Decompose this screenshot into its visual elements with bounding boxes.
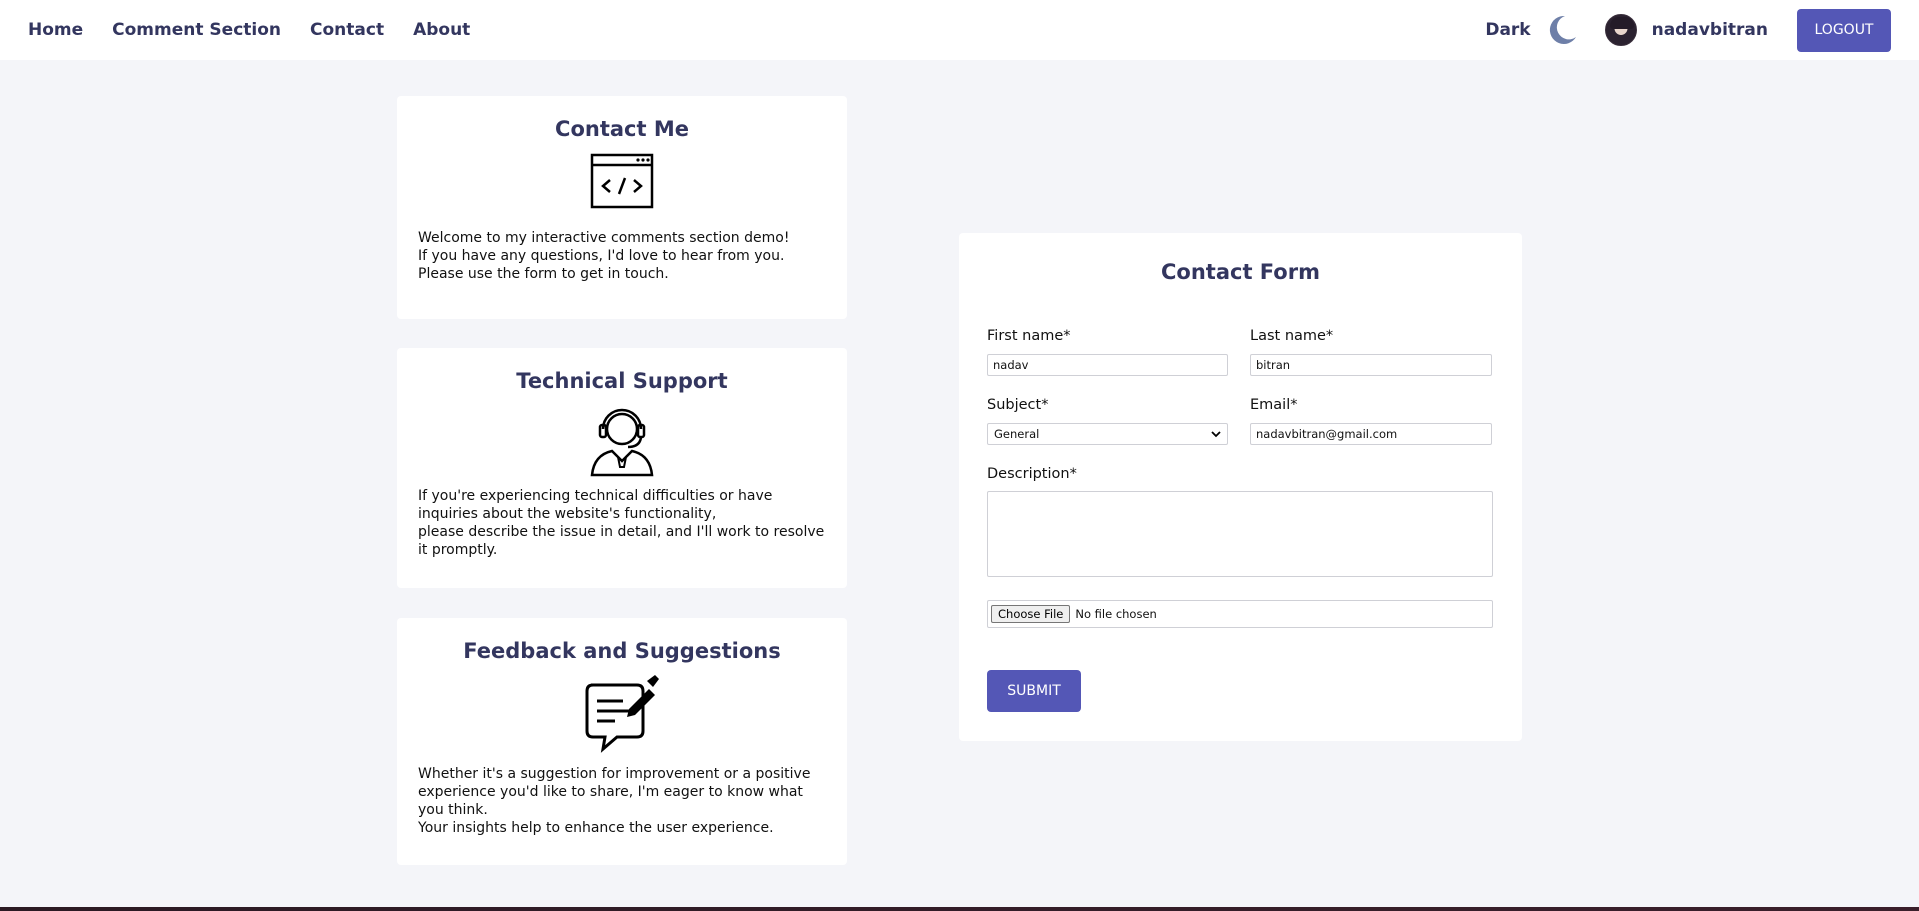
description-textarea[interactable] <box>987 491 1493 577</box>
headset-support-icon <box>590 408 654 477</box>
card-text: If you're experiencing technical difficu… <box>418 487 826 559</box>
last-name-label: Last name* <box>1250 328 1334 344</box>
contact-me-card: Contact Me Welcome to my interactive com… <box>397 96 847 319</box>
card-title: Technical Support <box>516 369 728 393</box>
top-navbar: Home Comment Section Contact About Dark … <box>0 0 1919 60</box>
nav-link-home[interactable]: Home <box>28 20 83 40</box>
email-input[interactable] <box>1250 423 1492 445</box>
first-name-input[interactable] <box>987 354 1228 376</box>
submit-button[interactable]: SUBMIT <box>987 670 1081 712</box>
subject-select[interactable]: General <box>987 423 1228 445</box>
card-text: Welcome to my interactive comments secti… <box>418 229 826 283</box>
nav-user-area: Dark nadavbitran LOGOUT <box>1485 8 1891 52</box>
card-title: Contact Me <box>555 117 689 141</box>
code-window-icon <box>590 153 654 209</box>
last-name-input[interactable] <box>1250 354 1492 376</box>
feedback-chat-icon <box>585 675 659 753</box>
email-label: Email* <box>1250 397 1298 413</box>
card-text-line: Welcome to my interactive comments secti… <box>418 230 790 246</box>
logout-button[interactable]: LOGOUT <box>1797 8 1891 52</box>
form-title: Contact Form <box>1161 260 1320 284</box>
card-title: Feedback and Suggestions <box>463 639 781 663</box>
nav-link-about[interactable]: About <box>413 20 470 40</box>
username: nadavbitran <box>1651 20 1768 40</box>
first-name-label: First name* <box>987 328 1071 344</box>
theme-toggle-label: Dark <box>1485 20 1531 40</box>
technical-support-card: Technical Support If you're experiencing… <box>397 348 847 588</box>
card-text-line: please describe the issue in detail, and… <box>418 524 825 558</box>
subject-label: Subject* <box>987 397 1049 413</box>
card-text-line: If you have any questions, I'd love to h… <box>418 248 785 282</box>
description-label: Description* <box>987 466 1077 482</box>
footer-divider <box>0 907 1919 911</box>
subject-selected-value: General <box>994 427 1040 441</box>
card-text-line: Whether it's a suggestion for improvemen… <box>418 766 811 818</box>
file-upload: Choose File No file chosen <box>987 600 1493 628</box>
avatar <box>1604 14 1637 46</box>
moon-icon[interactable] <box>1545 13 1579 47</box>
choose-file-button[interactable]: Choose File <box>991 605 1071 623</box>
feedback-card: Feedback and Suggestions Whether it's a … <box>397 618 847 865</box>
card-text-line: Your insights help to enhance the user e… <box>418 820 774 836</box>
nav-link-contact[interactable]: Contact <box>310 20 384 40</box>
contact-form-card: Contact Form First name* Last name* Subj… <box>959 233 1522 741</box>
nav-links: Home Comment Section Contact About <box>28 20 470 40</box>
nav-link-comment-section[interactable]: Comment Section <box>112 20 281 40</box>
card-text-line: If you're experiencing technical difficu… <box>418 488 773 522</box>
chevron-down-icon <box>1211 431 1221 438</box>
card-text: Whether it's a suggestion for improvemen… <box>418 765 826 837</box>
file-status: No file chosen <box>1075 607 1157 621</box>
